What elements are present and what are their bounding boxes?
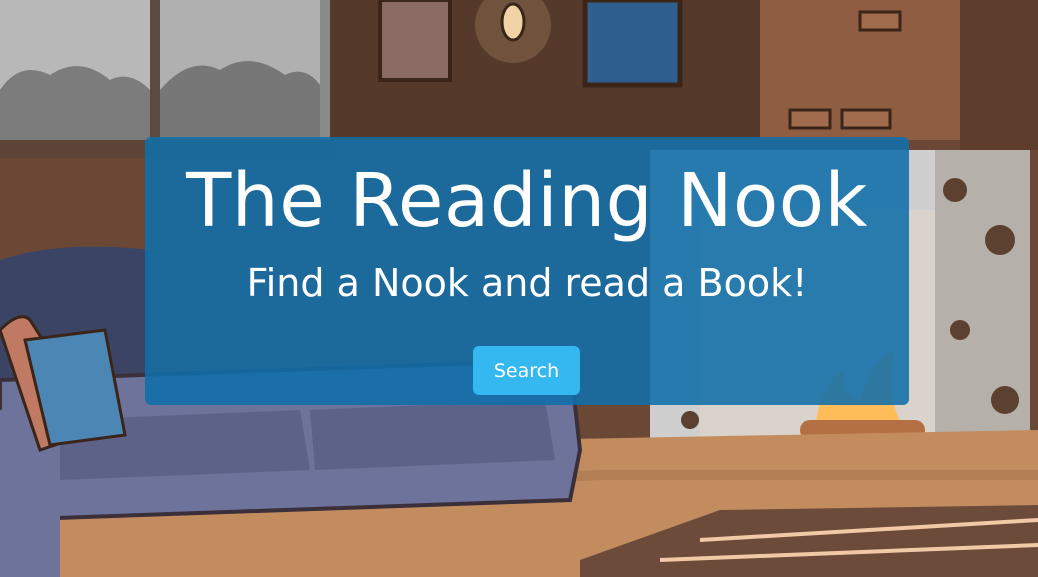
window-illustration (0, 0, 335, 158)
hero-panel: The Reading Nook Find a Nook and read a … (145, 137, 909, 405)
page-title: The Reading Nook (186, 158, 868, 244)
search-button[interactable]: Search (473, 346, 580, 395)
tagline: Find a Nook and read a Book! (246, 261, 808, 305)
